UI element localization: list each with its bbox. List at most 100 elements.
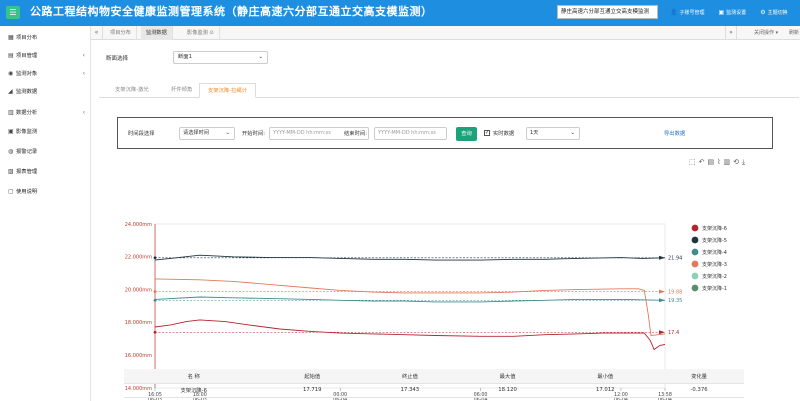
sidebar-item-instructions[interactable]: ▢ 使用说明: [0, 184, 91, 198]
sidebar: ▦ 项目分布 ▤ 项目管理 ‹ ◉ 监测对象 ‹ ◢ 监测数据 ▥ 数据分析 ‹ ▣ 影像监测 ◍…: [0, 26, 91, 401]
section-select-label: 断面选择: [106, 56, 129, 62]
user-icon: 👤: [670, 9, 678, 16]
series-end-label: 19.35: [668, 298, 682, 304]
reference-arrow: [659, 289, 665, 294]
table-cell: 支架沉降-6: [124, 383, 264, 398]
tab-laser-settlement[interactable]: 支架沉降-激光: [107, 83, 157, 98]
table-cell: 17.343: [361, 383, 459, 398]
column-header: 名 称: [124, 369, 264, 384]
section-select[interactable]: 断面1 ⌄: [173, 51, 268, 64]
legend-swatch: [691, 272, 699, 280]
tabs-scroll-right-button[interactable]: »: [725, 26, 737, 40]
column-header: 起始值: [263, 369, 362, 384]
sidebar-item-monitor-data[interactable]: ◢ 监测数据: [0, 84, 91, 98]
export-data-link[interactable]: 导出数据: [664, 128, 685, 140]
refresh-link[interactable]: 刷新: [789, 26, 799, 40]
hamburger-icon: ☰: [9, 8, 17, 17]
chevron-left-icon: ‹: [82, 69, 85, 77]
sidebar-item-report-management[interactable]: ▧ 报表管理: [0, 164, 91, 178]
project-select[interactable]: 静庄高速六分部互通立交高支模监测: [557, 5, 658, 19]
sidebar-item-image-monitor[interactable]: ▣ 影像监测: [0, 124, 91, 138]
series-line: [154, 319, 666, 351]
legend-label: 支架沉降-4: [702, 249, 727, 256]
monitor-icon: ▣: [718, 9, 725, 16]
zoom-reset-icon[interactable]: ↶: [699, 158, 705, 167]
realtime-label: 实时数据: [493, 131, 515, 137]
folder-icon: ▤: [8, 51, 14, 59]
report-icon: ▧: [8, 167, 14, 175]
top-header: ☰ 公路工程结构物安全健康监测管理系统（静庄高速六分部互通立交高支模监测） 静庄…: [0, 0, 800, 26]
column-header: 最小值: [556, 369, 655, 384]
tab-image-monitor[interactable]: 影像监测 ⊙: [182, 26, 220, 40]
doc-icon: ▢: [8, 187, 14, 195]
header-links: 👤 子账号管理 ▣ 监测设置 ⚙ 主题切换: [670, 8, 788, 18]
legend-swatch: [691, 236, 699, 244]
tabs-scroll-left-button[interactable]: «: [91, 26, 103, 40]
app-title: 公路工程结构物安全健康监测管理系统（静庄高速六分部互通立交高支模监测）: [30, 5, 433, 18]
eye-icon: ◉: [8, 69, 14, 77]
start-time-label: 开始时间:: [242, 131, 265, 137]
chevron-down-icon: ⌄: [570, 130, 575, 136]
gear-icon: ⚙: [760, 9, 766, 16]
download-icon[interactable]: ⤓: [742, 158, 745, 167]
chevron-down-icon: ⌄: [225, 130, 230, 136]
menu-toggle-button[interactable]: ☰: [6, 6, 20, 19]
theme-switch-link[interactable]: ⚙ 主题切换: [760, 8, 787, 18]
query-panel: 时间段选择 请选择时间 ⌄ 开始时间: YYYY-MM-DD hh:mm:ss 结…: [117, 117, 773, 149]
y-tick-label: 18.000mm: [125, 320, 152, 326]
bar-chart-icon[interactable]: ▥: [724, 158, 731, 167]
sidebar-item-project-management[interactable]: ▤ 项目管理 ‹: [0, 48, 91, 62]
column-header: 变化量: [654, 369, 744, 384]
y-tick-label: 22.000mm: [125, 255, 152, 261]
time-range-label: 时间段选择: [128, 131, 155, 137]
legend-swatch: [691, 248, 699, 256]
column-header: 最大值: [458, 369, 557, 384]
tab-rod-inclination[interactable]: 杆件倾角: [163, 83, 200, 98]
zoom-icon[interactable]: ⬚: [689, 158, 696, 167]
sidebar-item-data-analysis[interactable]: ▥ 数据分析 ‹: [0, 105, 91, 119]
series-end-label: 21.94: [668, 256, 682, 262]
analysis-icon: ▥: [8, 108, 14, 116]
plot-area: [154, 223, 666, 389]
range-duration-select[interactable]: 1天 ⌄: [526, 127, 580, 140]
close-operations-dropdown[interactable]: 关闭操作 ▾: [754, 26, 778, 40]
realtime-checkbox[interactable]: ✓: [484, 130, 490, 136]
camera-icon: ▣: [8, 127, 14, 135]
map-icon: ▦: [8, 33, 14, 41]
table-cell: 17.012: [556, 383, 655, 398]
end-time-input[interactable]: YYYY-MM-DD hh:mm:ss: [374, 127, 447, 140]
main-content: 断面选择 断面1 ⌄ 支架沉降-激光 杆件倾角 支架沉降-拉绳计 时间段选择 请…: [91, 40, 800, 401]
y-tick-label: 20.000mm: [125, 287, 152, 293]
reference-start-dot: [153, 330, 157, 334]
tab-rope-settlement[interactable]: 支架沉降-拉绳计: [199, 83, 256, 98]
legend-label: 支架沉降-5: [702, 237, 727, 244]
settlement-line-chart: 14.000mm16.000mm18.000mm20.000mm22.000mm…: [125, 222, 727, 400]
legend-label: 支架沉降-6: [702, 225, 727, 232]
data-view-icon[interactable]: ▤: [708, 158, 715, 167]
y-tick-label: 16.000mm: [125, 353, 152, 359]
legend-swatch: [691, 224, 699, 232]
legend-label: 支架沉降-3: [702, 261, 727, 268]
monitor-settings-link[interactable]: ▣ 监测设置: [719, 8, 747, 18]
sidebar-item-distribution[interactable]: ▦ 项目分布: [0, 30, 91, 44]
legend-label: 支架沉降-1: [702, 285, 727, 292]
line-chart-icon[interactable]: ⌇: [717, 158, 720, 167]
column-header: 终止值: [361, 369, 459, 384]
end-time-label: 结束时间:: [344, 131, 367, 137]
restore-icon[interactable]: ⟲: [733, 158, 739, 167]
sidebar-item-alarm-records[interactable]: ◍ 报警记录: [0, 144, 91, 158]
time-range-select[interactable]: 请选择时间 ⌄: [179, 127, 235, 140]
legend-label: 支架沉降-2: [702, 273, 727, 280]
sidebar-item-monitor-objects[interactable]: ◉ 监测对象 ‹: [0, 66, 91, 80]
series-line: [154, 254, 666, 261]
tab-project-distribution[interactable]: 项目分布: [105, 26, 137, 40]
table-header-row: 名 称 起始值 终止值 最大值 最小值 变化量: [124, 369, 744, 384]
query-button[interactable]: 查询: [456, 127, 477, 141]
legend-swatch: [691, 260, 699, 268]
series-end-label: 19.88: [668, 289, 682, 295]
tab-monitor-data[interactable]: 监测数据: [141, 26, 173, 40]
table-cell: -0.376: [654, 383, 744, 398]
chevron-left-icon: ‹: [82, 51, 85, 59]
y-tick-label: 24.000mm: [125, 222, 152, 228]
sub-account-link[interactable]: 👤 子账号管理: [670, 8, 705, 18]
